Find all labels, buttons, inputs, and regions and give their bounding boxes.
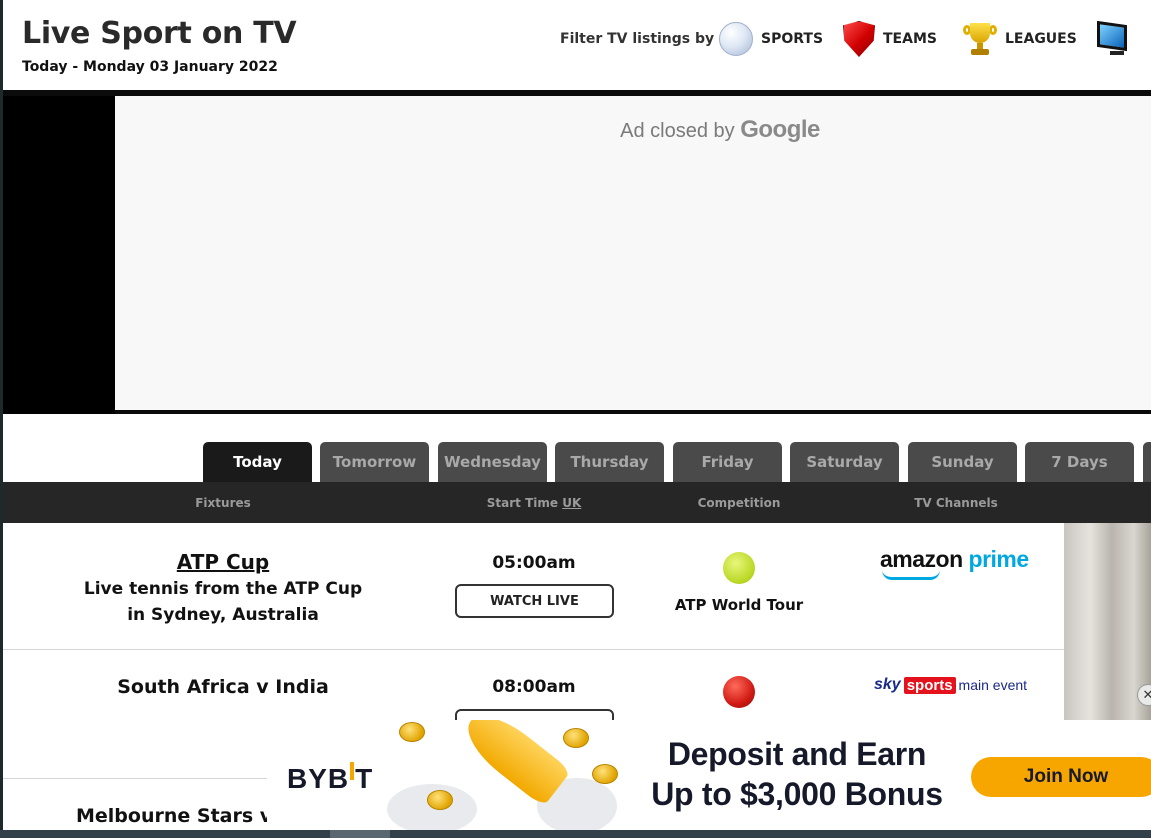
start-time: 08:00am bbox=[492, 677, 576, 697]
ad-closed-message: Ad closed by Google bbox=[115, 116, 1151, 144]
amazon-smile-icon bbox=[882, 570, 940, 580]
taskbar-strip bbox=[0, 830, 1151, 838]
filter-teams-label: TEAMS bbox=[883, 31, 937, 47]
col-start-time: Start Time UK bbox=[487, 496, 581, 510]
ad-closed-text: Ad closed by bbox=[620, 120, 735, 142]
filter-label: Filter TV listings by bbox=[560, 31, 715, 47]
current-date: Today - Monday 03 January 2022 bbox=[22, 59, 278, 75]
fixture-name[interactable]: South Africa v India bbox=[117, 676, 329, 698]
timezone-link[interactable]: UK bbox=[562, 496, 581, 510]
tab-thursday[interactable]: Thursday bbox=[555, 442, 664, 482]
promo-line-1: Deposit and Earn bbox=[667, 736, 927, 772]
bybit-logo: BYB T bbox=[287, 762, 374, 794]
tab-friday[interactable]: Friday bbox=[673, 442, 782, 482]
col-competition: Competition bbox=[697, 496, 781, 510]
col-start-time-label: Start Time bbox=[486, 496, 559, 510]
filter-leagues-label: LEAGUES bbox=[1005, 31, 1077, 47]
tab-wednesday[interactable]: Wednesday bbox=[438, 442, 547, 482]
fixture-name[interactable]: Melbourne Stars v M bbox=[76, 805, 298, 827]
sky-sports-main-event-logo[interactable]: sky sports main event bbox=[874, 676, 1027, 694]
trophy-icon bbox=[963, 21, 997, 57]
ad-container: Ad closed by Google bbox=[115, 96, 1151, 410]
filter-sports[interactable]: SPORTS bbox=[719, 18, 823, 60]
bybit-banner-ad[interactable]: BYB T Deposit and Earn Up to $3,000 Bonus… bbox=[267, 720, 1151, 830]
coin-icon bbox=[563, 728, 589, 748]
fixture-link[interactable]: ATP Cup bbox=[177, 550, 269, 574]
ad-divider bbox=[115, 410, 1151, 414]
filter-sports-label: SPORTS bbox=[761, 31, 824, 47]
start-time: 05:00am bbox=[492, 553, 576, 573]
cricket-ball-icon bbox=[723, 676, 755, 708]
main-event-text: main event bbox=[958, 677, 1028, 693]
column-header-bar: Fixtures Start Time UK Competition TV Ch… bbox=[3, 482, 1151, 523]
sports-text: sports bbox=[903, 676, 956, 694]
shield-icon bbox=[843, 21, 875, 57]
tennis-ball-icon bbox=[723, 552, 755, 584]
coin-icon bbox=[399, 722, 425, 742]
tv-icon bbox=[1096, 20, 1134, 57]
tab-today[interactable]: Today bbox=[203, 442, 312, 482]
amazon-prime-logo[interactable]: amazon prime bbox=[880, 546, 1030, 580]
promo-line-2: Up to $3,000 Bonus bbox=[651, 776, 943, 812]
prime-text: prime bbox=[968, 546, 1030, 572]
volleyball-icon bbox=[719, 22, 753, 56]
tab-tomorrow[interactable]: Tomorrow bbox=[320, 442, 429, 482]
coin-icon bbox=[427, 790, 453, 810]
filter-leagues[interactable]: LEAGUES bbox=[963, 18, 1077, 60]
sky-text: sky bbox=[874, 676, 901, 693]
coin-icon bbox=[592, 764, 618, 784]
ad-side-panel bbox=[3, 96, 115, 414]
fixture-description: Live tennis from the ATP Cup in Sydney, … bbox=[83, 579, 363, 625]
page: Live Sport on TV Today - Monday 03 Janua… bbox=[3, 0, 1151, 830]
tab-7-days[interactable]: 7 Days bbox=[1025, 442, 1134, 482]
row-divider bbox=[3, 649, 1064, 650]
tab-overflow[interactable] bbox=[1143, 442, 1151, 482]
filter-channels[interactable] bbox=[1096, 18, 1134, 60]
amazon-text: amazon bbox=[880, 546, 963, 572]
tab-sunday[interactable]: Sunday bbox=[908, 442, 1017, 482]
google-logo: Google bbox=[740, 116, 820, 143]
promo-headline: Deposit and Earn Up to $3,000 Bonus bbox=[647, 734, 947, 814]
col-tv-channels: TV Channels bbox=[914, 496, 998, 510]
col-fixtures: Fixtures bbox=[195, 496, 251, 510]
tab-saturday[interactable]: Saturday bbox=[790, 442, 899, 482]
site-title[interactable]: Live Sport on TV bbox=[22, 16, 297, 51]
filter-teams[interactable]: TEAMS bbox=[843, 18, 937, 60]
competition-name[interactable]: ATP World Tour bbox=[675, 596, 803, 614]
join-now-button[interactable]: Join Now bbox=[971, 757, 1151, 797]
watch-live-button[interactable]: WATCH LIVE bbox=[455, 584, 614, 618]
